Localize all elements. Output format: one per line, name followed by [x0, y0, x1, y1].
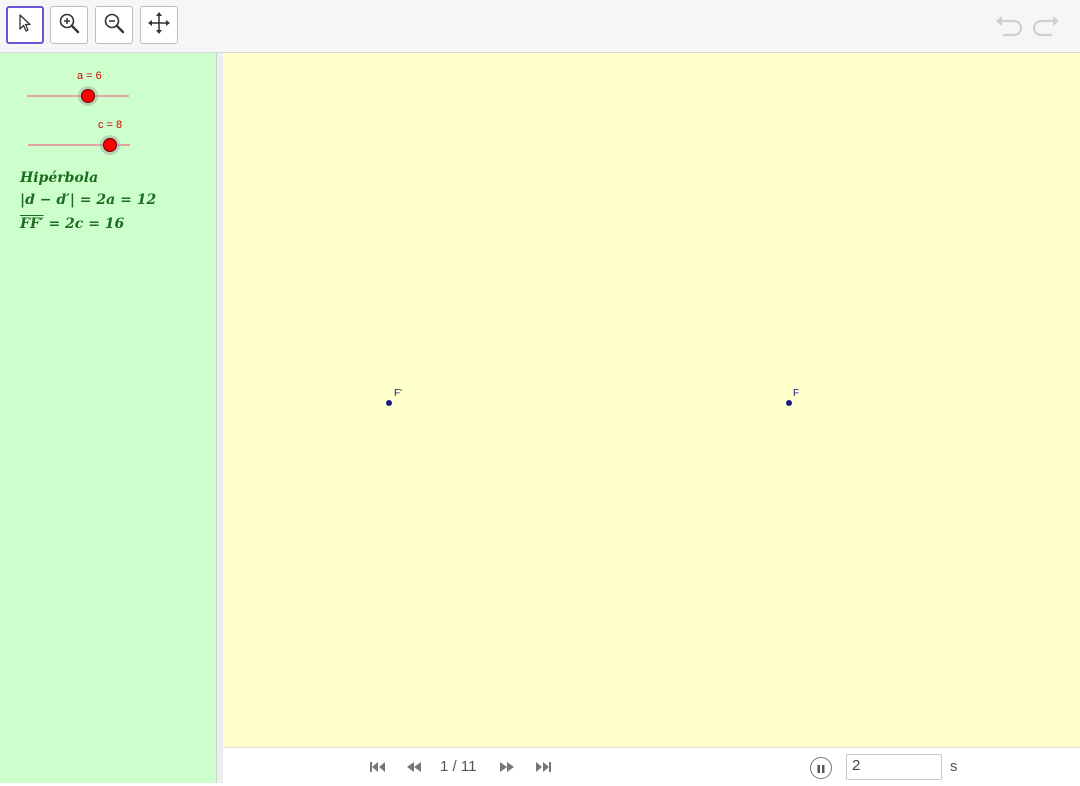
point-f[interactable]	[786, 400, 792, 406]
focal-distance: FF′ = 2c = 16	[20, 216, 124, 232]
frame-counter: 1 / 11	[440, 758, 477, 775]
rewind-icon	[405, 758, 423, 777]
speed-input[interactable]: 2	[846, 754, 942, 780]
speed-unit: s	[950, 758, 958, 775]
slider-c-knob[interactable]	[103, 138, 117, 152]
redo-button[interactable]	[1031, 12, 1061, 42]
undo-icon	[994, 13, 1024, 41]
focal-distance-value: = 2c = 16	[43, 216, 125, 232]
toolbar	[0, 0, 1080, 53]
undo-button[interactable]	[994, 12, 1024, 42]
move-graphics-view-button[interactable]	[140, 6, 178, 44]
pane-divider[interactable]	[216, 53, 223, 783]
redo-icon	[1031, 13, 1061, 41]
hyperbola-definition: |d − d′| = 2a = 12	[20, 192, 157, 208]
point-f-prime-label: F'	[394, 388, 403, 399]
point-f-prime[interactable]	[386, 400, 392, 406]
last-step-button[interactable]	[534, 760, 552, 774]
pause-icon	[816, 759, 826, 778]
animation-bar: 1 / 11 2 s	[223, 747, 1080, 786]
zoom-in-button[interactable]	[50, 6, 88, 44]
slider-a-track[interactable]	[27, 95, 129, 97]
segment-ff-prime: FF′	[20, 216, 44, 232]
slider-a-knob[interactable]	[81, 89, 95, 103]
skip-last-icon	[534, 758, 552, 777]
point-f-label: F	[793, 388, 800, 399]
move-view-icon	[147, 11, 171, 39]
skip-first-icon	[369, 758, 387, 777]
zoom-in-icon	[58, 12, 80, 38]
slider-c-label: c = 8	[98, 119, 123, 131]
cursor-icon	[17, 13, 33, 37]
next-step-button[interactable]	[498, 760, 516, 774]
pause-button[interactable]	[810, 757, 832, 779]
move-tool-button[interactable]	[6, 6, 44, 44]
first-step-button[interactable]	[369, 760, 387, 774]
previous-step-button[interactable]	[405, 760, 423, 774]
graphics-view[interactable]: F' F	[223, 53, 1080, 747]
hyperbola-title: Hipérbola	[20, 170, 99, 186]
zoom-out-button[interactable]	[95, 6, 133, 44]
zoom-out-icon	[103, 12, 125, 38]
slider-a-label: a = 6	[77, 70, 102, 82]
algebra-pane: a = 6 c = 8 Hipérbola |d − d′| = 2a = 12…	[0, 53, 216, 783]
fast-forward-icon	[498, 758, 516, 777]
